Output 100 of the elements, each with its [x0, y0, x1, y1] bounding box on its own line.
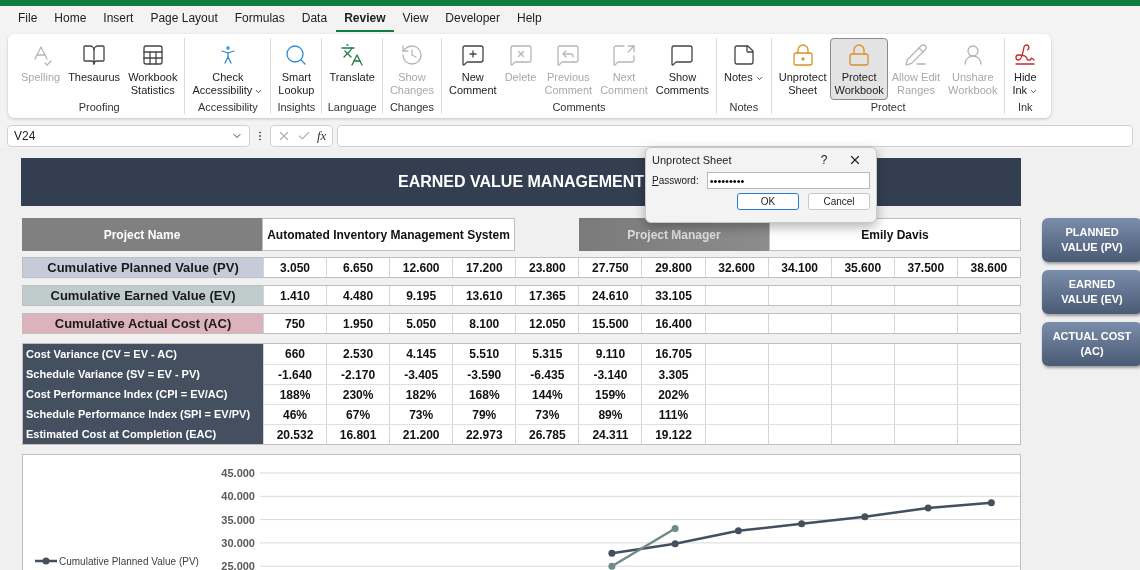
table-cell-text: Emily Davis	[861, 226, 929, 244]
table-cell-text: -3.405	[404, 366, 439, 384]
ribbon-button[interactable]: Show Comments	[651, 38, 713, 100]
table-cell-text: 12.600	[402, 259, 440, 277]
axis-label: 35.000	[221, 513, 255, 526]
password-field[interactable]: •••••••••	[706, 172, 870, 189]
axis-label: 25.000	[221, 560, 255, 570]
menu-tab[interactable]: Help	[509, 9, 550, 32]
ribbon-button[interactable]: Hide Ink	[1008, 38, 1043, 100]
ribbon-button[interactable]: Unprotect Sheet	[774, 38, 831, 100]
table-cell-text: Automated Inventory Management System	[267, 226, 510, 244]
table-cell-text: 2.530	[343, 346, 374, 363]
menu-tab[interactable]: Page Layout	[142, 9, 226, 32]
enter-icon[interactable]	[297, 129, 311, 143]
field-label: Password:	[652, 174, 699, 188]
menu-tab[interactable]: Home	[46, 9, 95, 32]
menu-tab[interactable]: File	[10, 9, 46, 32]
table-cell-text: 5.050	[406, 315, 437, 333]
group-label: Protect	[870, 101, 906, 114]
macro-button[interactable]: EARNED VALUE (EV)	[1042, 270, 1140, 314]
data-point	[987, 499, 995, 507]
menu-tab[interactable]: Insert	[95, 9, 142, 32]
data-point	[608, 549, 616, 557]
close-icon[interactable]	[848, 153, 862, 167]
ribbon-button[interactable]: Translate	[325, 38, 379, 87]
table-cell-text: -3.140	[593, 366, 628, 384]
table-cell-text: 188%	[279, 386, 311, 404]
table-cell-text: 111%	[658, 406, 689, 424]
table-cell-text: 16.705	[655, 346, 692, 363]
macro-button[interactable]: PLANNED VALUE (PV)	[1042, 218, 1140, 262]
menu-tab[interactable]: Formulas	[226, 9, 293, 32]
table-cell-text: 24.610	[592, 287, 629, 305]
ribbon-button[interactable]: Smart Lookup	[274, 38, 319, 100]
comment-share-icon	[611, 43, 636, 67]
table-cell-text: 660	[285, 346, 306, 363]
name-box[interactable]: V24	[7, 125, 250, 147]
group-label: Insights	[277, 101, 316, 114]
table-cell-text: 12.050	[529, 315, 566, 333]
menu-tab[interactable]: Review	[336, 9, 394, 32]
menu-tab[interactable]: View	[394, 9, 437, 32]
table-cell-text: 5.315	[532, 346, 563, 363]
legend-line-icon	[35, 557, 57, 565]
table-cell-text: 22.973	[465, 426, 503, 444]
translate-icon	[340, 43, 365, 67]
insert-function-button[interactable]: fx	[317, 126, 327, 146]
table-cell-text: 21.200	[402, 426, 440, 444]
ribbon-button[interactable]: Notes	[720, 38, 768, 87]
table-cell-text: 73%	[535, 406, 560, 424]
table-cell-text: 34.100	[781, 259, 819, 277]
table-cell-text: 202%	[658, 386, 689, 404]
table-cell-text: 4.145	[406, 346, 437, 363]
menu-tab[interactable]: Developer	[437, 9, 508, 32]
table-cell-text: -1.640	[278, 366, 313, 384]
table-cell-text: 46%	[283, 406, 308, 424]
lock-icon	[847, 43, 872, 67]
ribbon-button[interactable]: New Comment	[444, 38, 501, 100]
ribbon-button[interactable]: Thesaurus	[64, 38, 125, 87]
menu-tab[interactable]: Data	[293, 9, 336, 32]
table-cell-text: 19.122	[655, 426, 692, 444]
table-cell-text: 3.305	[658, 366, 689, 384]
table-cell-text: 8.100	[469, 315, 500, 333]
table-cell-text: 33.105	[655, 287, 692, 305]
table-cell-text: 1.950	[343, 315, 374, 333]
group-label: Comments	[552, 101, 606, 114]
table-cell-text: 168%	[468, 386, 500, 404]
table-cell-text: 17.365	[529, 287, 566, 305]
macro-button[interactable]: ACTUAL COST (AC)	[1042, 322, 1140, 366]
row-label: Project Name	[22, 218, 262, 251]
table-cell-text: 26.785	[529, 426, 566, 444]
table-cell-text: 750	[285, 315, 306, 333]
table-cell-text: 79%	[472, 406, 497, 424]
comment-delete-icon	[508, 43, 533, 67]
row-label: Cumulative Planned Value (PV)	[23, 258, 263, 277]
book-icon	[82, 43, 107, 67]
comment-plus-icon	[460, 43, 485, 67]
data-point	[861, 513, 869, 521]
table-cell-text: 182%	[405, 386, 437, 404]
sticky-note-icon	[731, 43, 756, 67]
table-cell-text: 9.110	[595, 346, 626, 363]
table-cell-text: 35.600	[844, 259, 882, 277]
axis-label: 40.000	[221, 490, 255, 503]
row-label: Estimated Cost at Completion (EAC)	[26, 426, 217, 442]
comment-icon	[670, 43, 695, 67]
row-label: Schedule Performance Index (SPI = EV/PV)	[26, 406, 251, 422]
data-point	[798, 520, 806, 528]
ribbon-button[interactable]: Protect Workbook	[830, 38, 888, 100]
table-cell-text: 15.500	[592, 315, 629, 333]
group-label: Proofing	[78, 101, 120, 114]
table-cell-text: 144%	[532, 386, 563, 404]
table-cell-text: 3.050	[280, 259, 311, 277]
formula-input[interactable]	[337, 125, 1133, 147]
cancel-icon[interactable]	[277, 129, 291, 143]
dialog-button[interactable]: Cancel	[808, 193, 870, 210]
dialog-button[interactable]: OK	[737, 193, 799, 210]
data-point	[671, 524, 679, 532]
table-cell-text: 13.610	[465, 287, 503, 305]
table-cell-text: 32.600	[718, 259, 755, 277]
ribbon-button[interactable]: Workbook Statistics	[124, 38, 182, 100]
ribbon-button[interactable]: Check Accessibility	[188, 38, 268, 100]
table-cell-text: 1.410	[280, 287, 311, 305]
